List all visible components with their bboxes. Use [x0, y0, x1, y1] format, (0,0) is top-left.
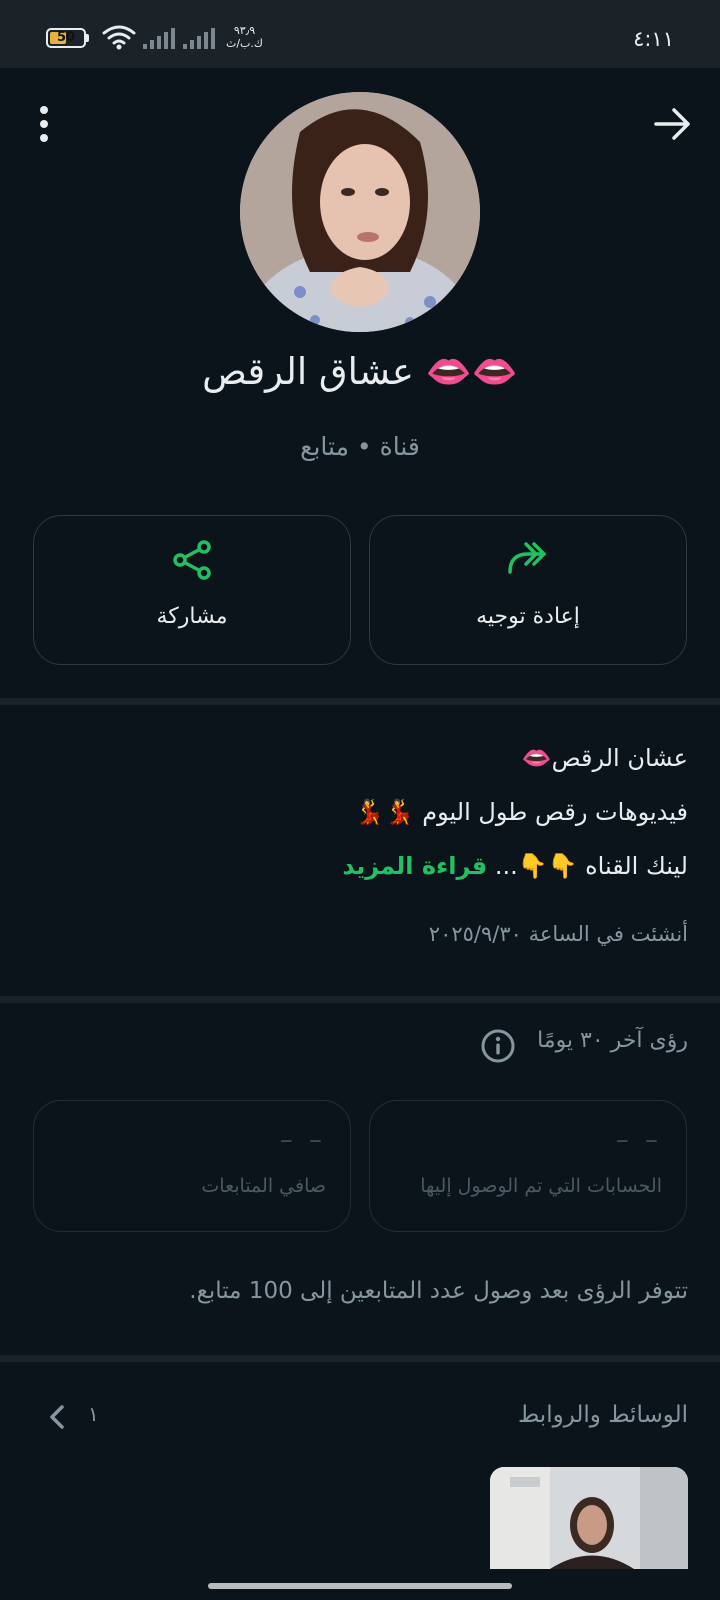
network-speed-unit: ك.ب/ث [226, 37, 263, 50]
media-thumbnail[interactable] [490, 1467, 688, 1569]
insights-title: رؤى آخر ٣٠ يومًا [537, 1028, 688, 1053]
media-thumbnail-image [490, 1467, 688, 1569]
description-line-3: لينك القناه 👇👇... قراءة المزيد [88, 852, 688, 880]
channel-avatar[interactable] [240, 92, 480, 332]
more-vertical-icon [40, 106, 48, 142]
stat-value: – – [615, 1125, 662, 1155]
chevron-left-icon[interactable] [44, 1402, 70, 1432]
section-divider [0, 1355, 720, 1362]
stat-label: الحسابات التي تم الوصول إليها [420, 1175, 662, 1197]
stat-accounts-reached: – – الحسابات التي تم الوصول إليها [369, 1100, 687, 1232]
insights-notice: تتوفر الرؤى بعد وصول عدد المتابعين إلى 1… [189, 1278, 688, 1304]
channel-subtitle: قناة • متابع [300, 432, 420, 461]
forward-label: إعادة توجيه [476, 604, 580, 629]
description-line-2: فيديوهات رقص طول اليوم 💃💃 [354, 798, 688, 826]
battery-tip [86, 34, 89, 42]
signal-icon [183, 28, 215, 49]
battery-icon: 50 [46, 28, 86, 48]
arrow-right-icon [654, 108, 690, 140]
status-bar: 50 ٩٣٫٩ ك.ب/ث ٤:١١ [0, 0, 720, 68]
share-label: مشاركة [156, 604, 228, 629]
share-button[interactable]: مشاركة [33, 515, 351, 665]
description-line-1: عشان الرقص👄 [521, 744, 688, 772]
network-speed-value: ٩٣٫٩ [233, 24, 256, 37]
section-divider [0, 996, 720, 1003]
wifi-icon [102, 25, 136, 50]
channel-name: عشاق الرقص 👄👄 [202, 350, 518, 393]
network-speed: ٩٣٫٩ ك.ب/ث [226, 24, 263, 50]
stat-net-follows: – – صافي المتابعات [33, 1100, 351, 1232]
system-navigation-bar [0, 1569, 720, 1600]
description-link-text: لينك القناه 👇👇... [494, 852, 688, 880]
info-icon[interactable] [480, 1028, 516, 1064]
share-icon [173, 540, 211, 580]
stat-label: صافي المتابعات [201, 1175, 326, 1197]
read-more-link[interactable]: قراءة المزيد [342, 852, 487, 880]
stat-value: – – [279, 1125, 326, 1155]
media-links-title[interactable]: الوسائط والروابط [518, 1402, 688, 1428]
section-divider [0, 698, 720, 705]
forward-icon [508, 542, 546, 574]
media-count: ١ [88, 1402, 99, 1426]
back-button[interactable] [648, 100, 698, 148]
clock: ٤:١١ [633, 27, 674, 51]
avatar-photo [240, 92, 480, 332]
more-options-button[interactable] [26, 100, 62, 148]
battery-percent: 50 [56, 30, 76, 45]
created-date: أنشئت في الساعة ٢٠٢٥/٩/٣٠ [428, 922, 688, 946]
forward-button[interactable]: إعادة توجيه [369, 515, 687, 665]
signal-icon [143, 28, 175, 49]
home-gesture-handle[interactable] [208, 1583, 512, 1589]
